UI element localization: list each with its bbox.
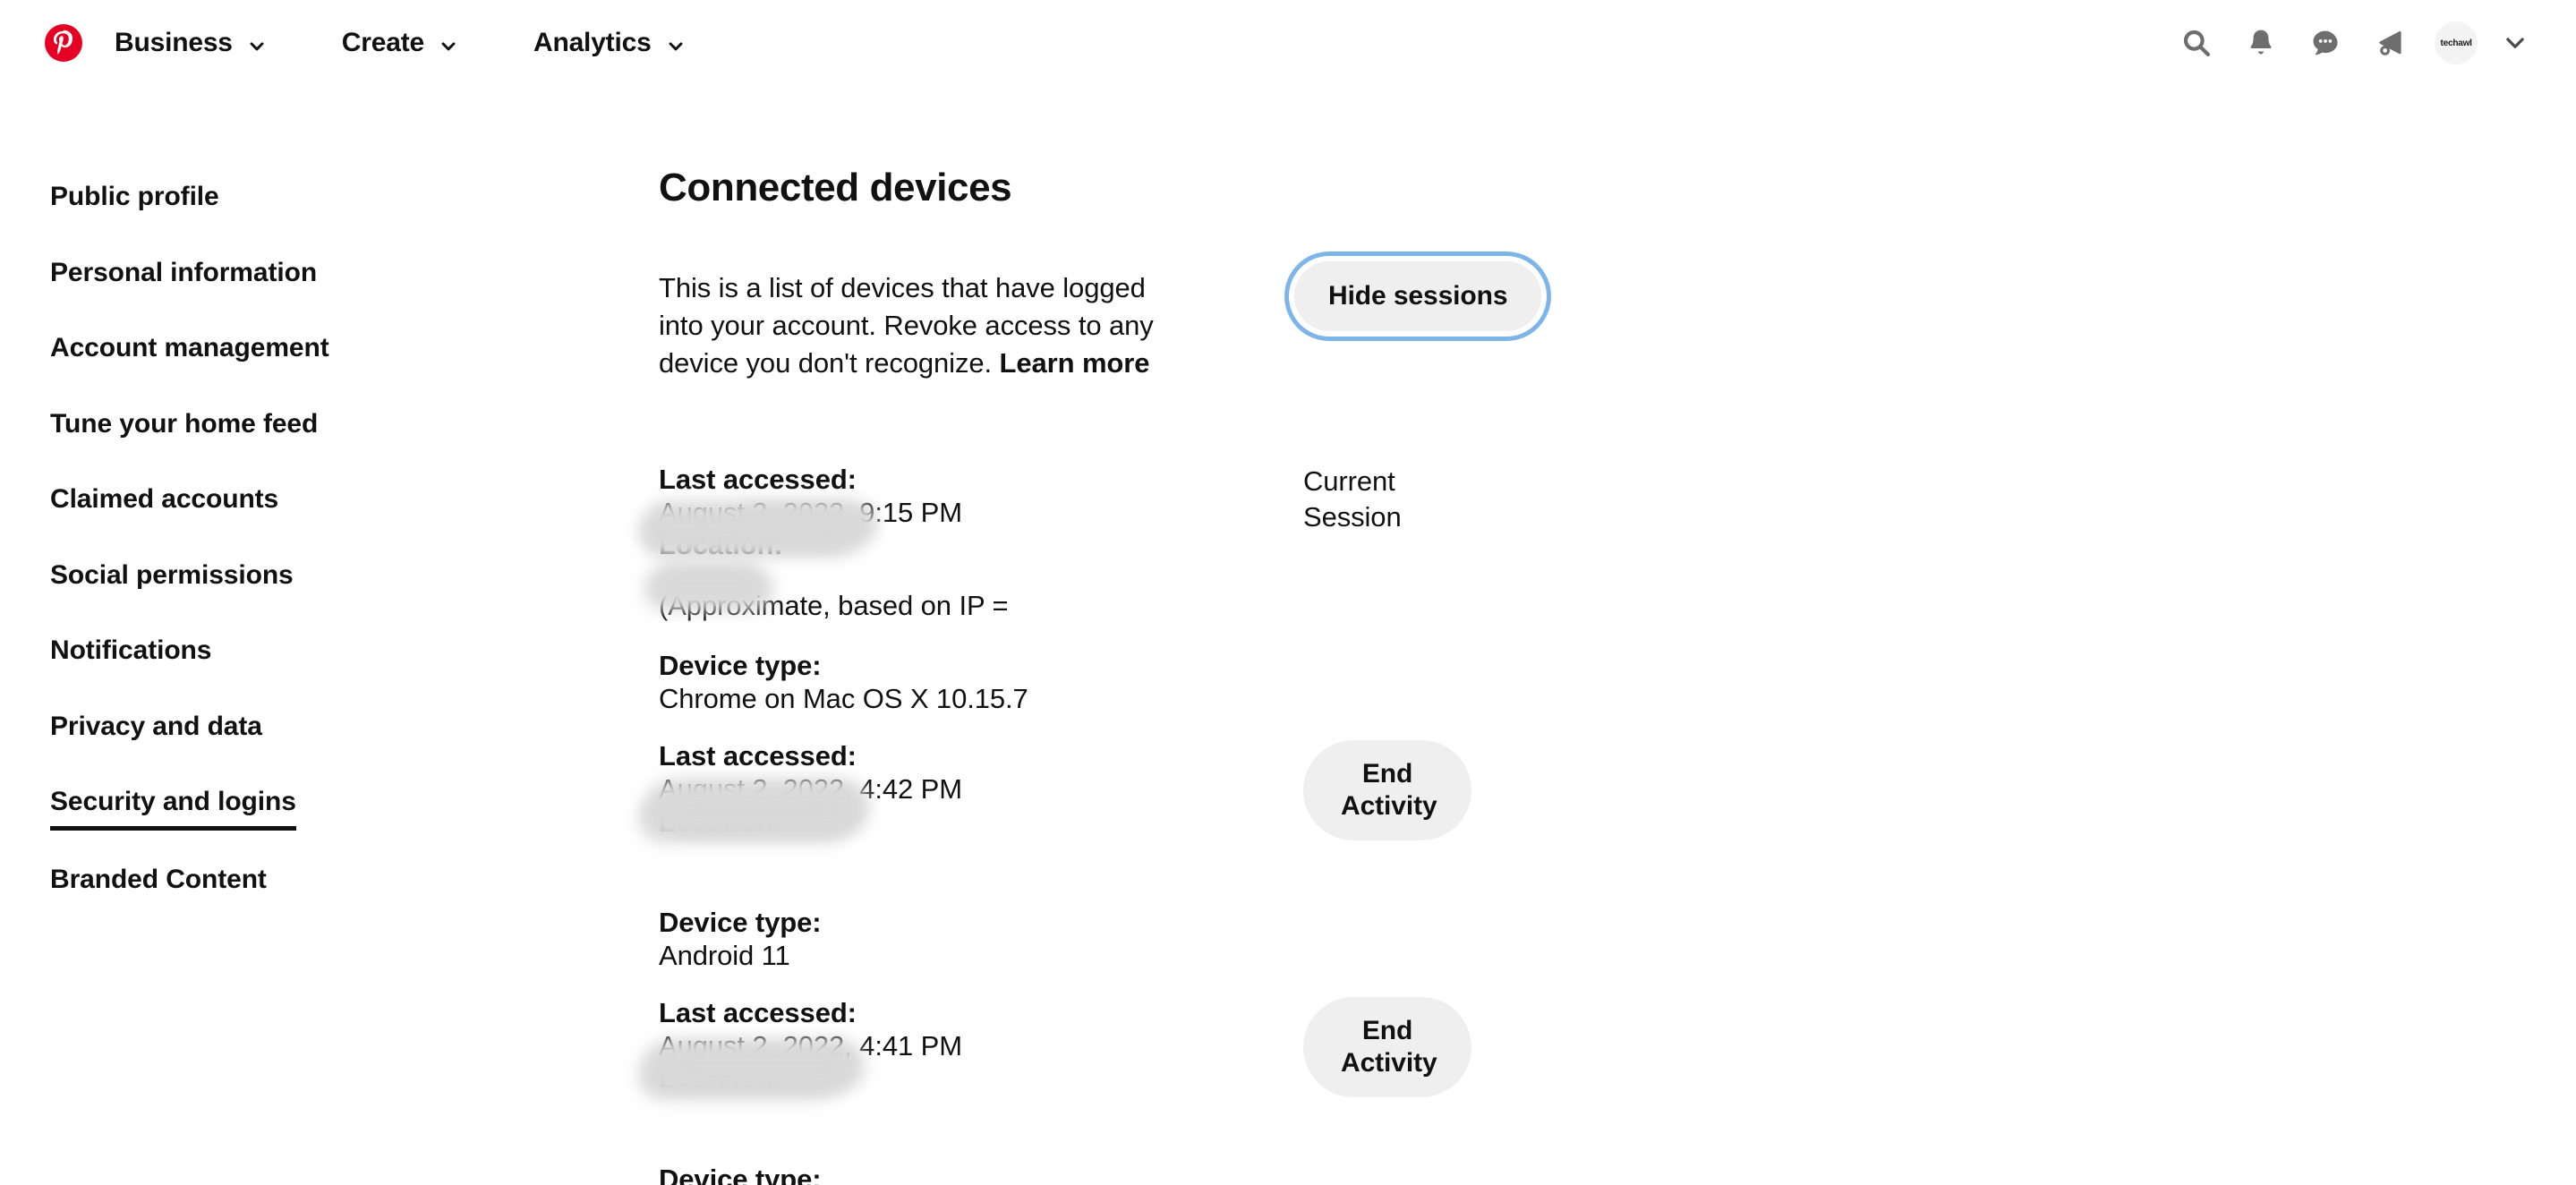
session-row: Last accessed: August 2, 2022, 4:42 PM L… <box>639 740 1840 972</box>
avatar-label: techawl <box>2440 38 2472 48</box>
sidebar-item-tune-your-home-feed[interactable]: Tune your home feed <box>50 409 318 439</box>
last-accessed-label: Last accessed: <box>659 463 857 495</box>
nav-item-create[interactable]: Create <box>324 19 476 67</box>
session-details: Last accessed: August 2, 2022, 9:15 PM L… <box>641 463 1205 715</box>
sidebar-item-personal-information[interactable]: Personal information <box>50 258 317 287</box>
sidebar-item-branded-content[interactable]: Branded Content <box>50 865 267 894</box>
nav-item-business[interactable]: Business <box>97 19 285 67</box>
chevron-down-icon <box>247 33 267 53</box>
search-icon[interactable] <box>2171 18 2222 68</box>
session-row: Last accessed: August 2, 2022, 9:15 PM L… <box>641 463 1840 715</box>
location-label: Location: <box>659 1062 783 1095</box>
location-value-redacted-2 <box>659 1123 1205 1151</box>
nav-item-business-label: Business <box>115 28 233 57</box>
last-accessed-label: Last accessed: <box>659 740 857 772</box>
sidebar-item-privacy-and-data[interactable]: Privacy and data <box>50 712 262 741</box>
location-label: Location: <box>659 806 783 838</box>
main-content: Connected devices This is a list of devi… <box>639 166 1840 1185</box>
sidebar-item-claimed-accounts[interactable]: Claimed accounts <box>50 485 278 514</box>
avatar[interactable]: techawl <box>2435 21 2478 64</box>
nav-item-analytics-label: Analytics <box>533 28 652 57</box>
nav-left-group: Business Create Analytics <box>39 19 704 67</box>
chevron-down-icon <box>439 33 458 53</box>
intro-row: This is a list of devices that have logg… <box>659 242 1840 410</box>
hide-sessions-wrap: Hide sessions <box>1294 261 1542 332</box>
end-activity-button[interactable]: End Activity <box>1303 997 1471 1098</box>
end-activity-button[interactable]: End Activity <box>1303 740 1471 841</box>
current-session-status: Current Session <box>1303 465 1402 533</box>
page-title: Connected devices <box>659 166 1012 209</box>
location-value-redacted <box>659 1095 1205 1123</box>
bell-icon[interactable] <box>2236 18 2286 68</box>
hide-sessions-button[interactable]: Hide sessions <box>1294 261 1542 332</box>
sessions-list: Last accessed: August 2, 2022, 9:15 PM L… <box>639 463 1840 1185</box>
session-action: End Activity <box>1303 997 1679 1098</box>
session-row: Last accessed: August 2, 2022, 4:41 PM L… <box>639 997 1840 1185</box>
session-action: Current Session <box>1303 464 1679 534</box>
last-accessed-value: August 2, 2022, 4:41 PM <box>659 1029 962 1061</box>
device-type-label: Device type: <box>659 1164 822 1185</box>
top-navigation-bar: Business Create Analytics techawl <box>0 0 2576 86</box>
account-chevron-down-icon[interactable] <box>2494 21 2537 64</box>
location-value-redacted-2 <box>659 866 1205 894</box>
session-details: Last accessed: August 2, 2022, 4:42 PM L… <box>639 740 1205 972</box>
pinterest-logo[interactable] <box>39 19 88 67</box>
megaphone-icon[interactable] <box>2365 18 2415 68</box>
location-value-redacted <box>659 562 1205 590</box>
chat-icon[interactable] <box>2300 18 2350 68</box>
settings-sidebar: Public profile Personal information Acco… <box>50 166 659 1185</box>
last-accessed-label: Last accessed: <box>659 997 857 1029</box>
sidebar-item-security-and-logins[interactable]: Security and logins <box>50 788 296 831</box>
device-type-value: Chrome on Mac OS X 10.15.7 <box>659 682 1028 714</box>
sidebar-item-social-permissions[interactable]: Social permissions <box>50 560 294 590</box>
session-action: End Activity <box>1303 740 1679 841</box>
last-accessed-value: August 2, 2022, 4:42 PM <box>659 772 962 805</box>
location-label: Location: <box>659 529 783 561</box>
session-details: Last accessed: August 2, 2022, 4:41 PM L… <box>639 997 1205 1185</box>
connected-devices-description: This is a list of devices that have logg… <box>659 269 1196 382</box>
nav-item-analytics[interactable]: Analytics <box>516 19 704 67</box>
location-value-redacted-2 <box>659 622 1205 650</box>
sidebar-item-account-management[interactable]: Account management <box>50 334 329 362</box>
device-type-label: Device type: <box>659 907 822 939</box>
device-type-value: Android 11 <box>659 939 790 971</box>
device-type-label: Device type: <box>659 650 822 682</box>
page-body: Public profile Personal information Acco… <box>0 86 2576 1185</box>
nav-right-group: techawl <box>2171 18 2537 68</box>
learn-more-link[interactable]: Learn more <box>1000 347 1150 379</box>
sidebar-item-notifications[interactable]: Notifications <box>50 636 211 665</box>
sidebar-item-public-profile[interactable]: Public profile <box>50 183 219 211</box>
location-value-redacted <box>659 839 1205 866</box>
location-approx-note: (Approximate, based on IP = <box>659 589 1009 621</box>
last-accessed-value: August 2, 2022, 9:15 PM <box>659 496 962 528</box>
nav-item-create-label: Create <box>341 28 424 57</box>
chevron-down-icon <box>666 33 686 53</box>
